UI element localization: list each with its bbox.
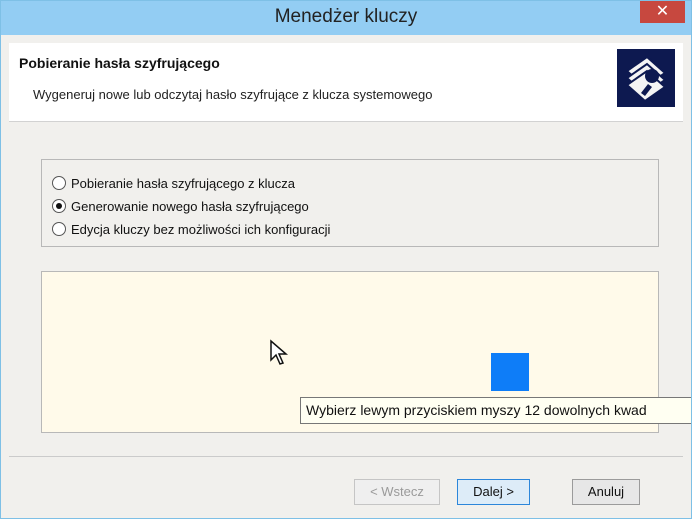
option-label: Edycja kluczy bez możliwości ich konfigu… (71, 221, 331, 237)
cancel-button[interactable]: Anuluj (572, 479, 640, 505)
option-label: Pobieranie hasła szyfrującego z klucza (71, 175, 296, 191)
option-edit-keys[interactable]: Edycja kluczy bez możliwości ich konfigu… (52, 219, 330, 239)
close-button[interactable]: ✕ (640, 1, 685, 23)
mouse-cursor-icon (270, 339, 289, 365)
mode-options-group: Pobieranie hasła szyfrującego z klucza G… (41, 159, 659, 247)
radio-button[interactable] (52, 176, 66, 190)
tooltip: Wybierz lewym przyciskiem myszy 12 dowol… (300, 397, 691, 424)
wizard-header: Pobieranie hasła szyfrującego Wygeneruj … (9, 43, 683, 122)
back-button[interactable]: < Wstecz (354, 479, 440, 505)
radio-button[interactable] (52, 222, 66, 236)
window-title: Menedżer kluczy (274, 6, 418, 27)
radio-button-selected[interactable] (52, 199, 66, 213)
footer-separator (9, 456, 683, 457)
option-label: Generowanie nowego hasła szyfrującego (71, 198, 309, 214)
next-button[interactable]: Dalej > (457, 479, 530, 505)
key-manager-window: Menedżer kluczy ✕ Pobieranie hasła szyfr… (0, 0, 692, 519)
selectable-square[interactable] (491, 353, 529, 391)
title-bar: Menedżer kluczy ✕ (1, 1, 691, 35)
header-subtitle: Wygeneruj nowe lub odczytaj hasło szyfru… (33, 87, 433, 102)
header-title: Pobieranie hasła szyfrującego (19, 55, 220, 71)
option-generate-password[interactable]: Generowanie nowego hasła szyfrującego (52, 196, 309, 216)
keys-documents-icon (617, 49, 675, 107)
option-download-password[interactable]: Pobieranie hasła szyfrującego z klucza (52, 173, 295, 193)
